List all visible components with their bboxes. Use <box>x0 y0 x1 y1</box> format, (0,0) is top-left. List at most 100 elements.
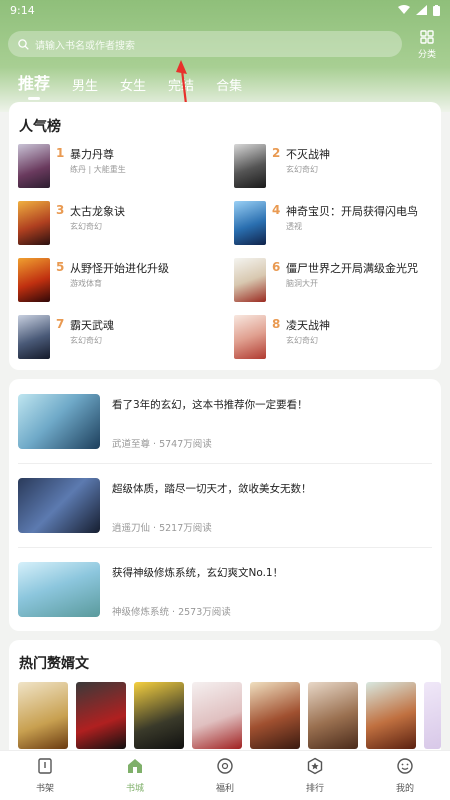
recommend-book: 逍遥刀仙 <box>112 523 151 534</box>
rank-number: 3 <box>56 203 65 217</box>
nav-profile-label: 我的 <box>395 784 414 794</box>
book-title: 凌天战神 <box>286 319 330 332</box>
nav-welfare-label: 福利 <box>215 784 234 794</box>
recommend-item[interactable]: 超级体质，踏尽一切天才，敛收美女无数！ 逍遥刀仙 · 5217万阅读 <box>18 478 432 538</box>
book-cover[interactable] <box>366 682 416 749</box>
book-title: 霸天武魂 <box>70 319 114 332</box>
rank-item[interactable]: 2 不灭战神 玄幻奇幻 <box>234 144 434 190</box>
nav-bookstore-label: 书城 <box>125 784 144 794</box>
book-cover[interactable] <box>134 682 184 749</box>
book-cover <box>18 201 50 245</box>
recommend-book: 神级修炼系统 <box>112 607 170 618</box>
nav-welfare[interactable]: 福利 <box>195 757 255 794</box>
book-tags: 玄幻奇幻 <box>70 222 102 231</box>
hot-section-card: 热门赘婿文 <box>9 640 441 760</box>
recommend-card: 看了3年的玄幻，这本书推荐你一定要看！ 武道至尊 · 5747万阅读 超级体质，… <box>9 379 441 631</box>
recommend-item[interactable]: 获得神级修炼系统，玄幻爽文No.1！ 神级修炼系统 · 2573万阅读 <box>18 562 432 622</box>
book-cover <box>18 258 50 302</box>
nav-ranking[interactable]: 排行 <box>285 757 345 794</box>
rank-number: 8 <box>272 317 281 331</box>
book-cover <box>234 201 266 245</box>
wifi-icon <box>398 5 410 14</box>
tab-recommend[interactable]: 推荐 <box>18 70 50 100</box>
status-bar: 9:14 <box>0 0 450 20</box>
tab-collection[interactable]: 合集 <box>216 75 242 94</box>
rank-number: 6 <box>272 260 281 274</box>
book-cover[interactable] <box>18 682 68 749</box>
rank-item[interactable]: 7 霸天武魂 玄幻奇幻 <box>18 315 218 361</box>
divider <box>18 547 432 548</box>
bookstore-icon <box>128 759 142 773</box>
nav-bookshelf[interactable]: 书架 <box>15 757 75 794</box>
book-tags: 练丹 | 大能重生 <box>70 165 126 174</box>
recommend-title: 超级体质，踏尽一切天才，敛收美女无数！ <box>112 483 312 495</box>
grid-icon <box>420 30 434 44</box>
rank-number: 2 <box>272 146 281 160</box>
rank-number: 1 <box>56 146 65 160</box>
book-cover <box>234 258 266 302</box>
rank-number: 7 <box>56 317 65 331</box>
rank-item[interactable]: 1 暴力丹尊 练丹 | 大能重生 <box>18 144 218 190</box>
status-time: 9:14 <box>10 3 35 17</box>
nav-ranking-label: 排行 <box>305 784 324 794</box>
divider <box>18 463 432 464</box>
book-cover[interactable] <box>192 682 242 749</box>
rank-item[interactable]: 5 从野怪开始进化升级 游戏体育 <box>18 258 218 304</box>
book-tags: 游戏体育 <box>70 279 102 288</box>
book-title: 暴力丹尊 <box>70 148 114 161</box>
book-tags: 脑洞大开 <box>286 279 318 288</box>
ranking-title: 人气榜 <box>19 119 61 135</box>
search-placeholder: 请输入书名或作者搜索 <box>35 40 135 52</box>
hot-section-title: 热门赘婿文 <box>19 656 89 672</box>
book-tags: 透视 <box>286 222 302 231</box>
book-title: 神奇宝贝：开局获得闪电鸟 <box>286 205 418 218</box>
ranking-card: 人气榜 1 暴力丹尊 练丹 | 大能重生 2 不灭战神 玄幻奇幻 3 太古龙象诀… <box>9 102 441 370</box>
search-bar[interactable]: 请输入书名或作者搜索 <box>8 31 402 57</box>
rank-number: 4 <box>272 203 281 217</box>
nav-profile[interactable]: 我的 <box>375 757 435 794</box>
rank-item[interactable]: 4 神奇宝贝：开局获得闪电鸟 透视 <box>234 201 434 247</box>
bookshelf-icon <box>38 758 52 774</box>
rank-item[interactable]: 8 凌天战神 玄幻奇幻 <box>234 315 434 361</box>
nav-bookshelf-label: 书架 <box>35 784 54 794</box>
recommend-book: 武道至尊 <box>112 439 151 450</box>
book-cover <box>18 315 50 359</box>
book-cover <box>18 144 50 188</box>
book-cover[interactable] <box>250 682 300 749</box>
book-title: 从野怪开始进化升级 <box>70 262 169 275</box>
recommend-reads: 5217万阅读 <box>159 523 212 534</box>
recommend-reads: 5747万阅读 <box>159 439 212 450</box>
rank-item[interactable]: 3 太古龙象诀 玄幻奇幻 <box>18 201 218 247</box>
recommend-image <box>18 562 100 617</box>
recommend-meta: 神级修炼系统 · 2573万阅读 <box>112 607 231 618</box>
channel-tabs: 推荐 男生 女生 完结 合集 <box>18 68 264 100</box>
book-cover[interactable] <box>76 682 126 749</box>
book-title: 不灭战神 <box>286 148 330 161</box>
tab-male[interactable]: 男生 <box>72 75 98 94</box>
category-label: 分类 <box>417 50 436 60</box>
recommend-title: 获得神级修炼系统，玄幻爽文No.1！ <box>112 567 284 579</box>
book-tags: 玄幻奇幻 <box>70 336 102 345</box>
book-cover[interactable] <box>308 682 358 749</box>
book-cover <box>234 315 266 359</box>
recommend-reads: 2573万阅读 <box>178 607 231 618</box>
search-icon <box>18 38 29 50</box>
recommend-item[interactable]: 看了3年的玄幻，这本书推荐你一定要看！ 武道至尊 · 5747万阅读 <box>18 394 432 454</box>
profile-icon <box>397 758 413 774</box>
battery-icon <box>433 4 440 16</box>
rank-number: 5 <box>56 260 65 274</box>
ranking-icon <box>307 757 323 775</box>
bottom-nav: 书架 书城 福利 排行 我的 <box>0 750 450 800</box>
book-cover <box>234 144 266 188</box>
book-title: 僵尸世界之开局满级金光咒 <box>286 262 418 275</box>
book-tags: 玄幻奇幻 <box>286 165 318 174</box>
nav-bookstore[interactable]: 书城 <box>105 757 165 794</box>
recommend-title: 看了3年的玄幻，这本书推荐你一定要看！ <box>112 399 308 411</box>
recommend-meta: 逍遥刀仙 · 5217万阅读 <box>112 523 212 534</box>
tab-female[interactable]: 女生 <box>120 75 146 94</box>
book-cover[interactable] <box>424 682 441 749</box>
signal-icon <box>416 5 427 15</box>
rank-item[interactable]: 6 僵尸世界之开局满级金光咒 脑洞大开 <box>234 258 434 304</box>
category-button[interactable]: 分类 <box>412 30 442 60</box>
book-tags: 玄幻奇幻 <box>286 336 318 345</box>
